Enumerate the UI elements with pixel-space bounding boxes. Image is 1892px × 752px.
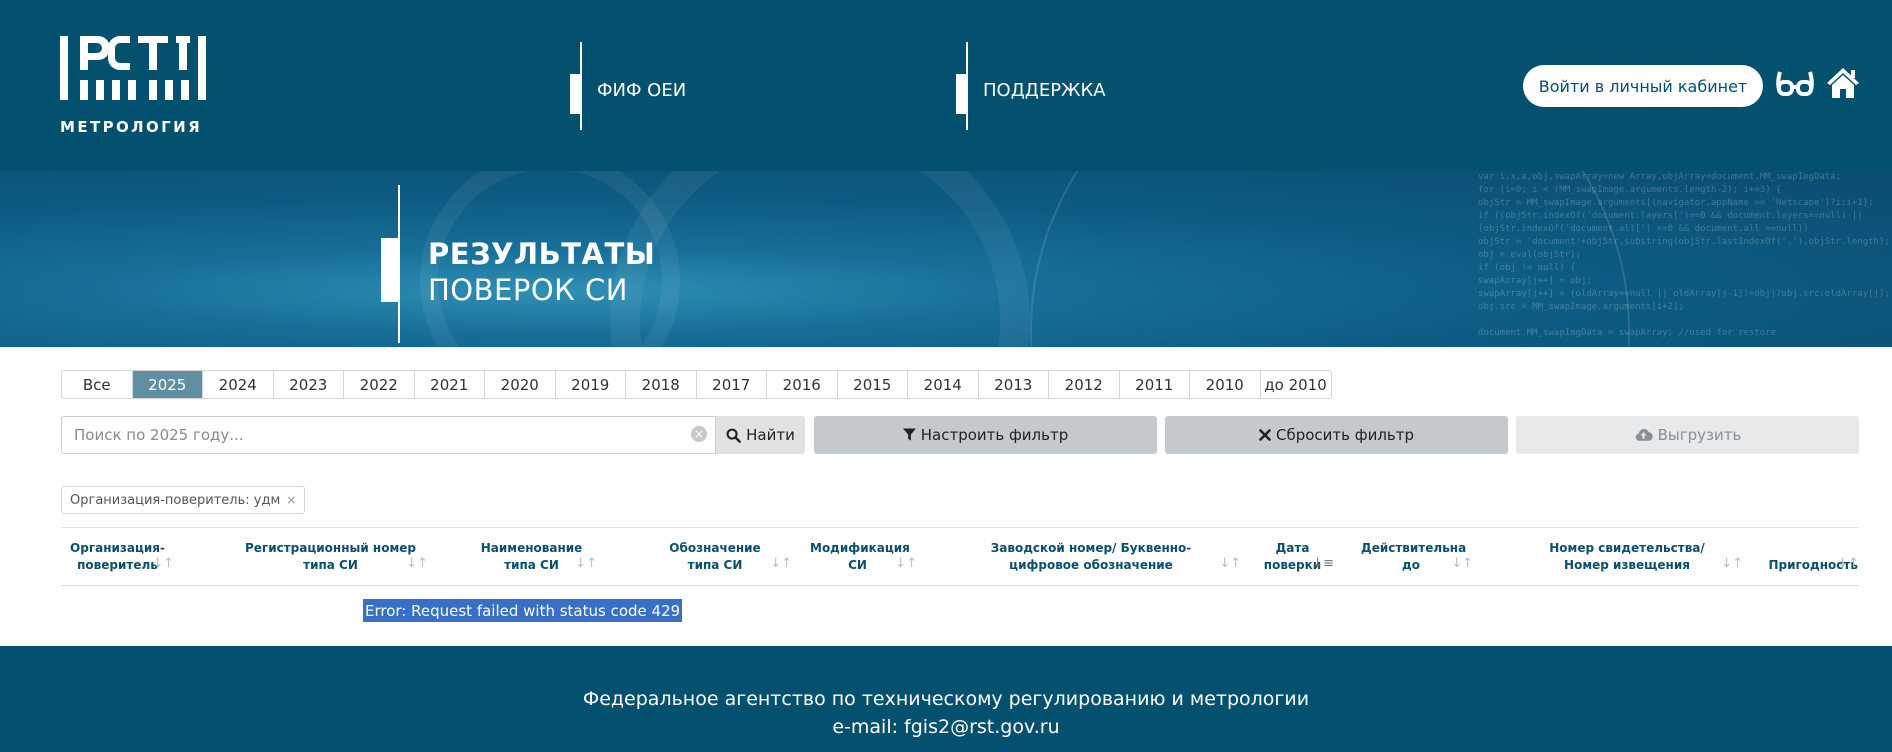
year-tab-2015[interactable]: 2015 xyxy=(838,371,908,398)
year-tab-2014[interactable]: 2014 xyxy=(908,371,979,398)
year-tab-2011[interactable]: 2011 xyxy=(1120,371,1190,398)
year-tab-2022[interactable]: 2022 xyxy=(344,371,415,398)
nav-divider xyxy=(966,42,968,130)
year-tabs: Все 2025 2024 2023 2022 2021 2020 2019 2… xyxy=(61,370,1332,399)
reset-filter-button[interactable]: Сбросить фильтр xyxy=(1165,416,1508,454)
year-tab-2019[interactable]: 2019 xyxy=(556,371,626,398)
year-tab-2020[interactable]: 2020 xyxy=(485,371,556,398)
column-header-label: Заводской номер/ Буквенно-цифровое обозн… xyxy=(990,540,1192,572)
banner-divider xyxy=(398,185,400,343)
sort-icon: ↓↑ xyxy=(1219,556,1241,571)
banner-code-decor: var i,x,a,obj,swapArray=new Array,objArr… xyxy=(1478,172,1890,338)
footer-email[interactable]: e-mail: fgis2@rst.gov.ru xyxy=(0,716,1892,738)
nav-marker xyxy=(956,74,966,114)
filter-icon xyxy=(902,428,916,441)
year-tab-2024[interactable]: 2024 xyxy=(203,371,274,398)
year-tab-2017[interactable]: 2017 xyxy=(697,371,767,398)
sort-icon: ↓↑ xyxy=(575,556,597,571)
configure-filter-button[interactable]: Настроить фильтр xyxy=(814,416,1157,454)
year-tab-2012[interactable]: 2012 xyxy=(1049,371,1120,398)
column-header-modification[interactable]: Модификация СИ ↓↑ xyxy=(798,528,917,585)
remove-filter-icon[interactable]: × xyxy=(286,493,296,507)
year-tab-2016[interactable]: 2016 xyxy=(767,371,838,398)
results-table-header: Организация-поверитель ↓↑ Регистрационны… xyxy=(61,527,1859,586)
sort-icon: ↓↑ xyxy=(1451,556,1473,571)
site-footer: Федеральное агентство по техническому ре… xyxy=(0,646,1892,752)
cloud-upload-icon xyxy=(1635,429,1653,441)
sort-icon: ↓↑ xyxy=(895,556,917,571)
footer-org-name: Федеральное агентство по техническому ре… xyxy=(582,688,1310,710)
sort-icon: ↓↑ xyxy=(406,556,428,571)
column-header-label: Регистрационный номер типа СИ xyxy=(244,540,416,572)
find-button[interactable]: Найти xyxy=(716,416,805,454)
column-header-suitability[interactable]: Пригодность ↓↑ xyxy=(1758,528,1860,585)
export-button[interactable]: Выгрузить xyxy=(1516,416,1859,454)
banner-marker xyxy=(381,238,398,302)
column-header-certificate-number[interactable]: Номер свидетельства/ Номер извещения ↓↑ xyxy=(1511,528,1743,585)
search-input[interactable] xyxy=(62,417,682,453)
site-header: МЕТРОЛОГИЯ ФИФ ОЕИ ПОДДЕРЖКА Войти в лич… xyxy=(0,0,1892,171)
banner-decor xyxy=(610,171,1030,347)
column-header-type-name[interactable]: Наименование типа СИ ↓↑ xyxy=(466,528,597,585)
active-filter-chip: Организация-поверитель: удм × xyxy=(61,486,306,514)
column-header-valid-until[interactable]: Действительна до ↓↑ xyxy=(1349,528,1473,585)
reset-filter-label: Сбросить фильтр xyxy=(1275,426,1415,444)
find-button-label: Найти xyxy=(746,426,795,444)
page-title-line1: РЕЗУЛЬТАТЫ xyxy=(428,237,656,271)
sort-icon: ↓↑ xyxy=(770,556,792,571)
year-tab-all[interactable]: Все xyxy=(62,371,133,398)
column-header-label: Наименование типа СИ xyxy=(480,540,583,572)
column-header-label: Модификация СИ xyxy=(810,540,910,572)
hero-banner: var i,x,a,obj,swapArray=new Array,objArr… xyxy=(0,171,1892,347)
search-box xyxy=(61,416,716,454)
configure-filter-label: Настроить фильтр xyxy=(920,426,1069,444)
close-icon xyxy=(1259,429,1271,441)
year-tab-2018[interactable]: 2018 xyxy=(626,371,697,398)
error-message: Error: Request failed with status code 4… xyxy=(363,599,683,622)
nav-divider xyxy=(580,42,582,130)
year-tab-2013[interactable]: 2013 xyxy=(979,371,1049,398)
logo-subtitle: МЕТРОЛОГИЯ xyxy=(60,118,203,136)
sort-icon: ↓↑ xyxy=(152,556,174,571)
search-icon xyxy=(726,428,741,443)
year-tab-2023[interactable]: 2023 xyxy=(274,371,344,398)
page-title-line2: ПОВЕРОК СИ xyxy=(428,273,628,307)
column-header-label: Действительна до xyxy=(1361,540,1467,572)
year-tab-2021[interactable]: 2021 xyxy=(415,371,485,398)
year-tab-2010[interactable]: 2010 xyxy=(1190,371,1261,398)
column-header-label: Номер свидетельства/ Номер извещения xyxy=(1549,540,1705,572)
column-header-verification-date[interactable]: Дата поверки ↓≡ xyxy=(1251,528,1334,585)
export-label: Выгрузить xyxy=(1657,426,1742,444)
year-tab-before-2010[interactable]: до 2010 xyxy=(1261,371,1331,398)
sort-icon: ↓↑ xyxy=(1721,556,1743,571)
home-icon[interactable] xyxy=(1825,66,1861,100)
nav-marker xyxy=(570,74,580,114)
sort-icon: ↓↑ xyxy=(1837,556,1859,571)
active-filter-label: Организация-поверитель: удм xyxy=(70,492,281,508)
login-button[interactable]: Войти в личный кабинет xyxy=(1523,65,1763,107)
nav-support-label: ПОДДЕРЖКА xyxy=(983,80,1106,101)
glasses-icon[interactable] xyxy=(1776,68,1814,100)
rst-logo[interactable]: МЕТРОЛОГИЯ xyxy=(60,36,206,136)
rst-logo-mark xyxy=(60,36,206,100)
column-header-organization[interactable]: Организация-поверитель ↓↑ xyxy=(61,528,174,585)
column-header-serial-number[interactable]: Заводской номер/ Буквенно-цифровое обозн… xyxy=(941,528,1241,585)
clear-search-icon[interactable]: × xyxy=(691,426,707,442)
column-header-label: Обозначение типа СИ xyxy=(669,540,761,572)
year-tab-2025[interactable]: 2025 xyxy=(132,371,203,398)
nav-fif-oei-label: ФИФ ОЕИ xyxy=(597,80,687,101)
sort-desc-icon: ↓≡ xyxy=(1312,556,1334,571)
column-header-type-designation[interactable]: Обозначение типа СИ ↓↑ xyxy=(638,528,792,585)
column-header-reg-number[interactable]: Регистрационный номер типа СИ ↓↑ xyxy=(233,528,428,585)
